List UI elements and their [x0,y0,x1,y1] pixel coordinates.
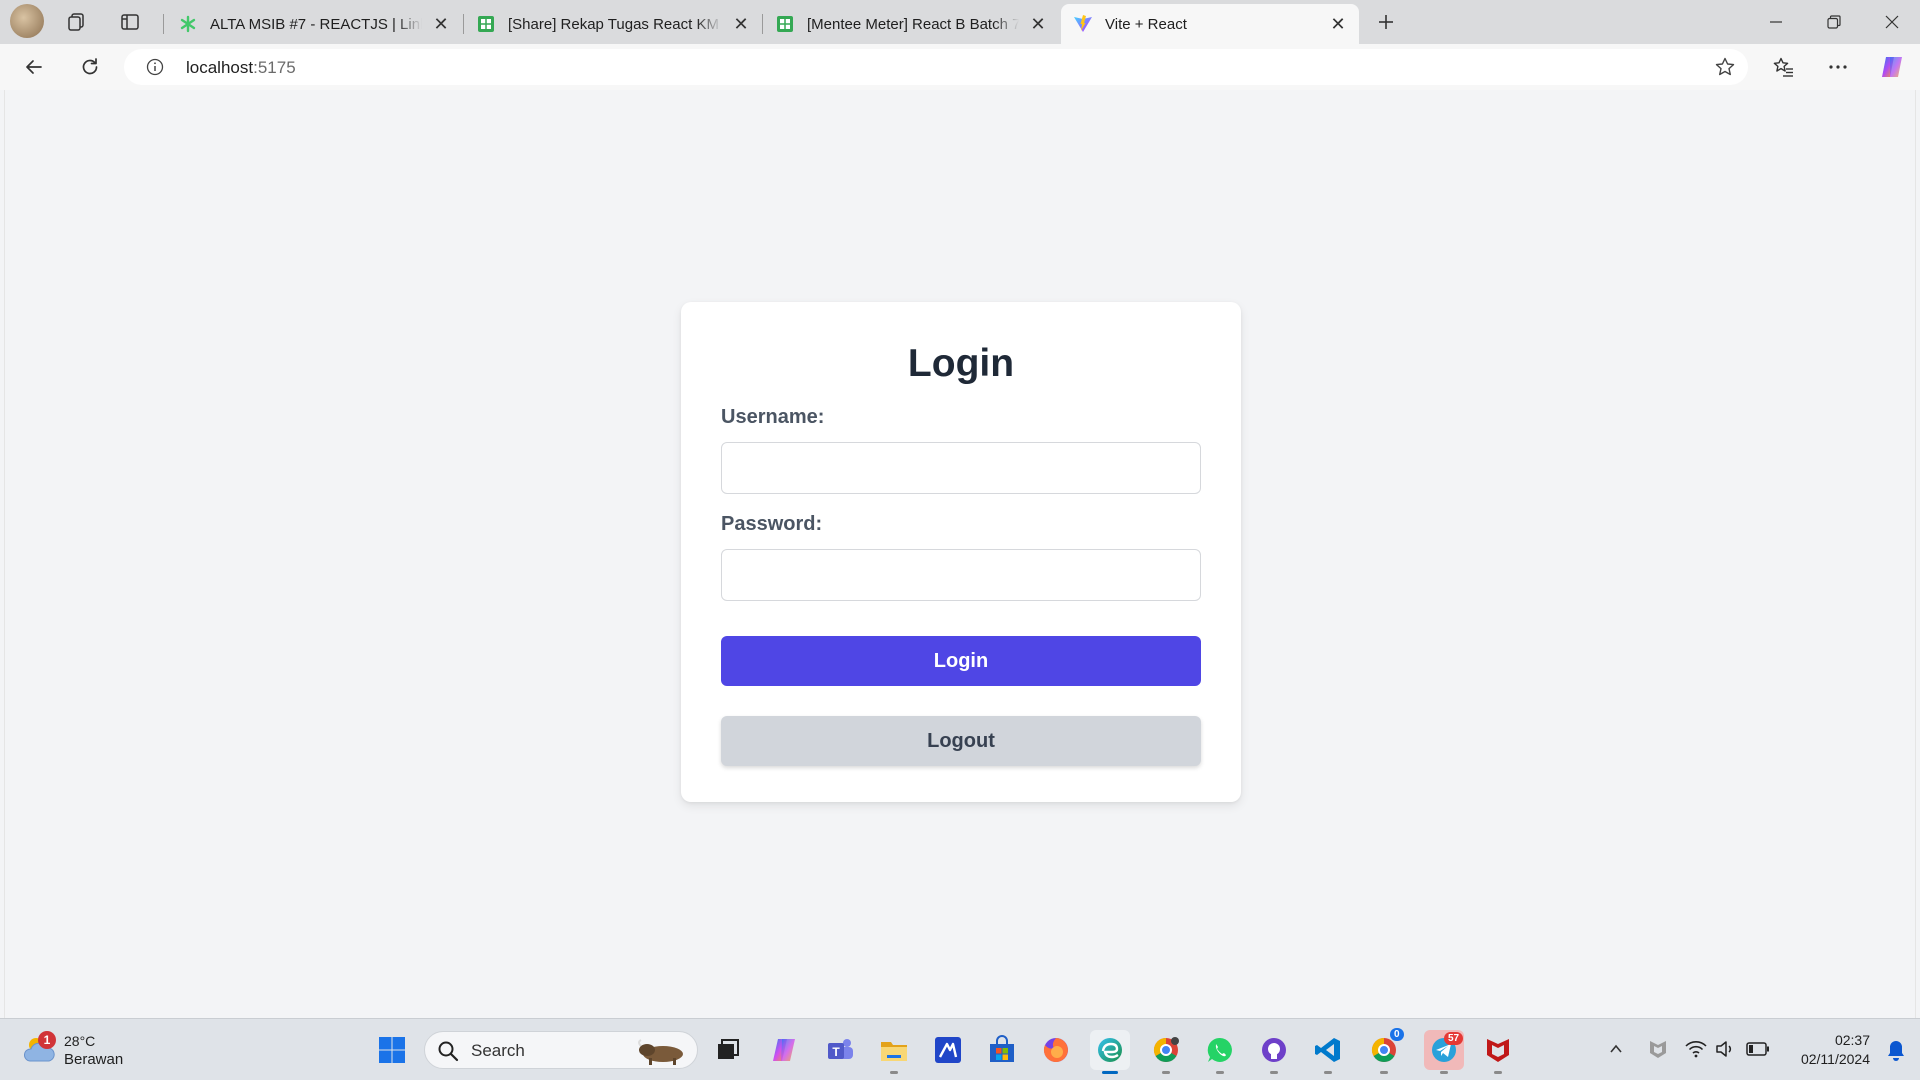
url-host: localhost [186,58,254,77]
weather-condition: Berawan [64,1051,124,1068]
browser-toolbar: localhost:5175 [0,44,1920,90]
login-card: Login Username: Password: Login Logout [681,302,1241,802]
close-tab-icon[interactable]: ✕ [1027,13,1049,35]
weather-alert-badge: 1 [38,1031,56,1049]
tab-linktree[interactable]: ALTA MSIB #7 - REACTJS | Linktree ✕ [166,4,462,44]
weather-temperature: 28°C [64,1033,96,1049]
url-port: :5175 [253,58,296,77]
mcafee-tray-icon[interactable] [1646,1037,1670,1061]
weather-widget[interactable]: 1 28°C Berawan [20,1029,140,1073]
wifi-icon[interactable] [1684,1037,1708,1061]
tab-title: Vite + React [1105,15,1187,33]
copilot-icon[interactable] [1874,51,1910,83]
url-text[interactable]: localhost:5175 [186,58,296,78]
search-highlight-image [633,1036,691,1066]
page-viewport: Login Username: Password: Login Logout [4,90,1916,1018]
close-window-icon[interactable] [1864,0,1920,44]
copilot-icon[interactable] [764,1030,804,1070]
sheets-favicon [775,14,795,34]
windows-start-icon[interactable] [372,1030,412,1070]
password-input[interactable] [721,549,1201,601]
chrome-profile-icon[interactable]: 0 [1364,1028,1404,1074]
store-icon[interactable] [982,1030,1022,1070]
windows-taskbar: 1 28°C Berawan Search T 0 57 02:37 02/11… [0,1018,1920,1080]
notification-bell-icon[interactable] [1886,1039,1906,1061]
new-tab-icon[interactable] [1370,6,1402,38]
teams-icon[interactable]: T [820,1030,860,1070]
clock-date: 02/11/2024 [1800,1051,1870,1067]
favorite-star-icon[interactable] [1714,56,1736,78]
system-clock[interactable]: 02:37 02/11/2024 [1801,1031,1870,1069]
close-tab-icon[interactable]: ✕ [1327,13,1349,35]
chrome-count-badge: 0 [1390,1028,1404,1041]
tab-rekap-tugas[interactable]: [Share] Rekap Tugas React KM 7 - Mentee … [464,4,762,44]
chevron-up-icon[interactable] [1604,1037,1628,1061]
tab-title: [Mentee Meter] React B Batch 7 KM [807,15,1019,33]
vertical-tabs-icon[interactable] [114,6,146,38]
vscode-icon[interactable] [1308,1030,1348,1074]
profile-avatar[interactable] [10,4,44,38]
more-options-icon[interactable] [1820,51,1856,83]
clock-time: 02:37 [1834,1032,1870,1048]
back-icon[interactable] [16,51,52,83]
volume-icon[interactable] [1714,1037,1738,1061]
login-button[interactable]: Login [721,636,1201,686]
search-icon [437,1040,459,1062]
file-explorer-icon[interactable] [874,1030,914,1074]
search-placeholder: Search [471,1041,525,1060]
telegram-icon[interactable]: 57 [1424,1030,1464,1074]
minimize-icon[interactable] [1748,0,1804,44]
site-info-icon[interactable] [146,58,164,76]
whatsapp-icon[interactable] [1200,1030,1240,1074]
tab-separator [163,14,164,34]
sheets-favicon [476,14,496,34]
logout-button[interactable]: Logout [721,716,1201,766]
workspaces-icon[interactable] [60,6,92,38]
browser-tab-strip: ALTA MSIB #7 - REACTJS | Linktree ✕ [Sha… [0,0,1920,44]
tab-mentee-meter[interactable]: [Mentee Meter] React B Batch 7 KM ✕ [763,4,1059,44]
battery-icon[interactable] [1746,1037,1770,1061]
address-bar[interactable]: localhost:5175 [124,49,1748,85]
edge-icon[interactable] [1090,1030,1130,1074]
close-tab-icon[interactable]: ✕ [430,13,452,35]
linktree-favicon [178,14,198,34]
refresh-icon[interactable] [72,51,108,83]
svg-text:T: T [832,1045,840,1059]
github-desktop-icon[interactable] [1254,1030,1294,1074]
vite-favicon [1073,14,1093,34]
close-tab-icon[interactable]: ✕ [730,13,752,35]
tab-title: [Share] Rekap Tugas React KM 7 - Mentee … [508,15,722,33]
username-input[interactable] [721,442,1201,494]
favorites-icon[interactable] [1766,51,1802,83]
firefox-icon[interactable] [1036,1030,1076,1070]
tab-title: ALTA MSIB #7 - REACTJS | Linktree [210,15,422,33]
password-label: Password: [721,513,823,535]
editor-icon[interactable] [928,1030,968,1070]
username-label: Username: [721,406,825,428]
login-title: Login [907,342,1015,385]
tab-vite-react[interactable]: Vite + React ✕ [1061,4,1359,44]
task-view-icon[interactable] [708,1030,748,1070]
mcafee-icon[interactable] [1478,1030,1518,1074]
taskbar-search-box[interactable]: Search [424,1031,698,1069]
telegram-count-badge: 57 [1444,1032,1464,1045]
chrome-icon[interactable] [1146,1030,1186,1074]
restore-icon[interactable] [1806,0,1862,44]
